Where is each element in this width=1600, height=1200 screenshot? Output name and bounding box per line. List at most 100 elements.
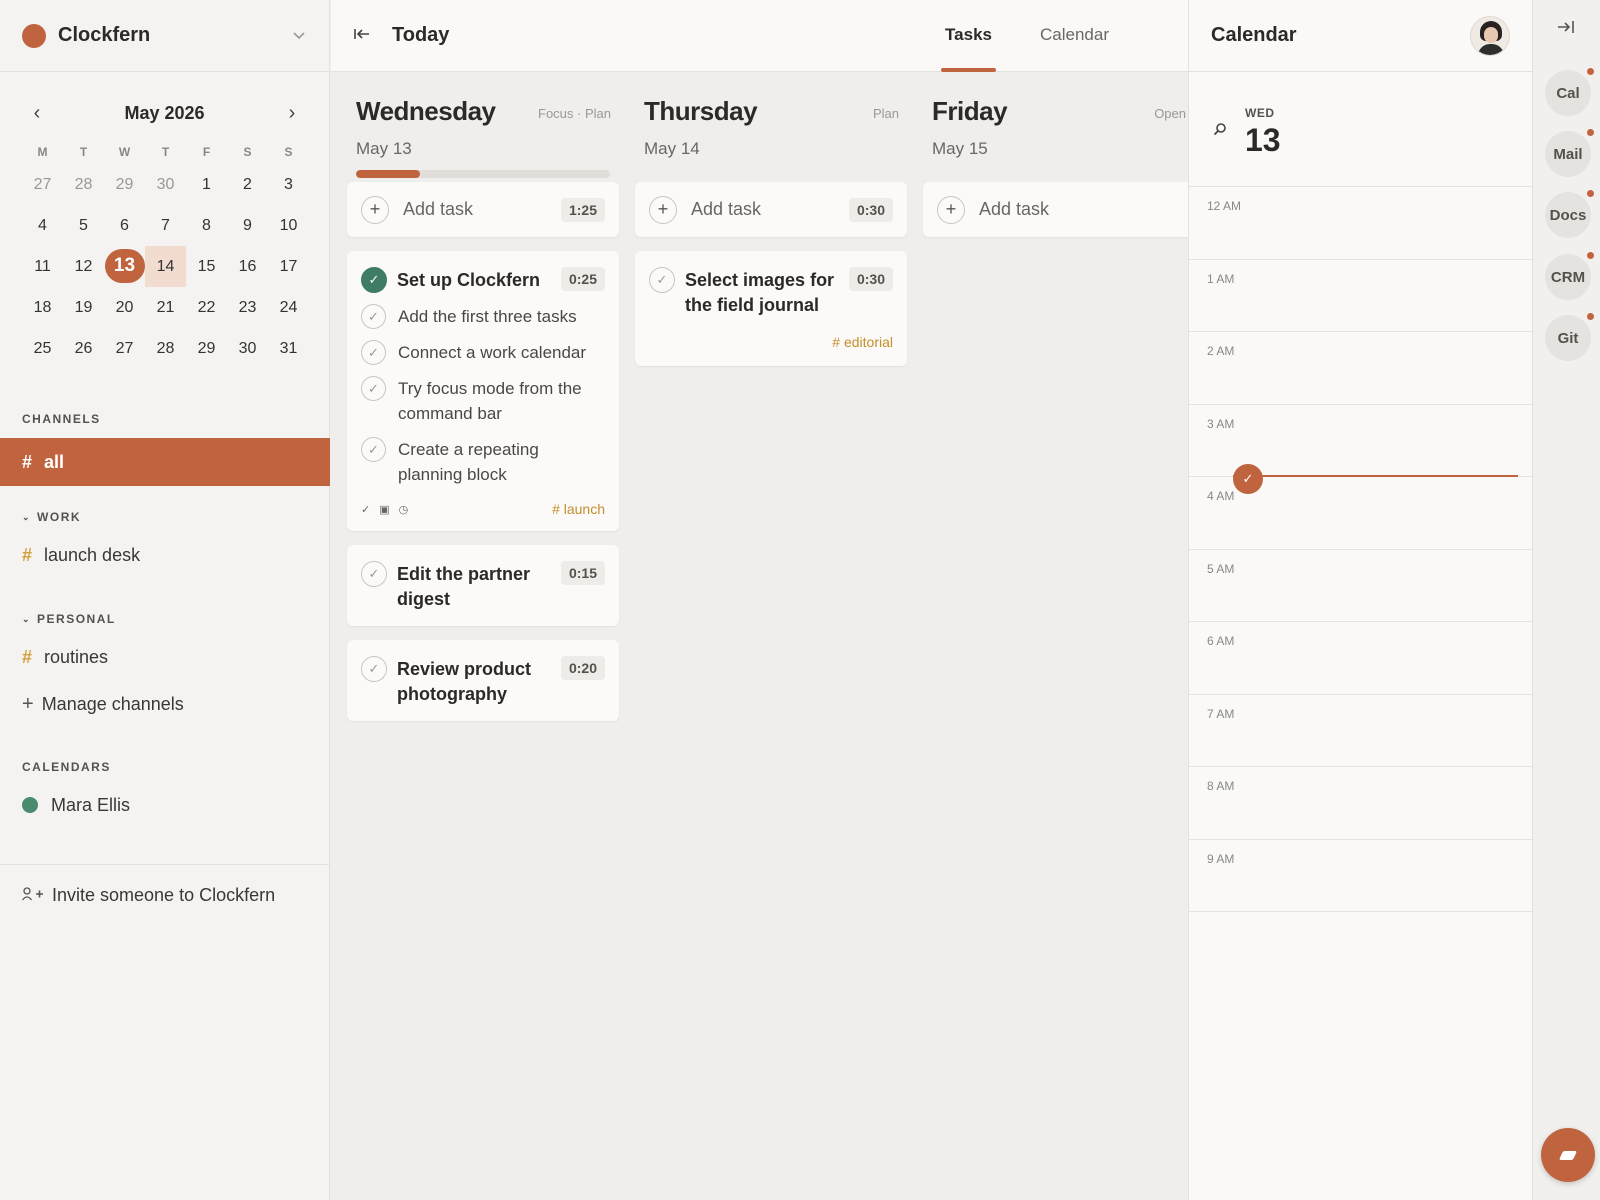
calendar-day[interactable]: 6 [104,205,145,246]
calendar-day[interactable]: 14 [145,246,186,287]
time-badge[interactable]: 0:25 [560,267,605,291]
calendar-day[interactable]: 20 [104,287,145,328]
collapse-panel-icon[interactable] [1557,20,1575,39]
checkbox-icon[interactable]: ✓ [361,376,386,401]
hour-slot[interactable]: 2 AM [1189,332,1532,405]
app-git-button[interactable]: Git [1545,313,1594,361]
calendar-day[interactable]: 13 [104,246,145,287]
calendar-day[interactable]: 12 [63,246,104,287]
current-time-check-icon[interactable]: ✓ [1233,464,1263,494]
calendar-day[interactable]: 24 [268,287,309,328]
subtask[interactable]: ✓ Add the first three tasks [361,304,605,329]
add-task-button[interactable]: + Add task [923,182,1188,237]
calendar-day[interactable]: 28 [63,164,104,205]
hour-slot[interactable]: 9 AM [1189,840,1532,912]
clock-icon[interactable]: ◷ [399,503,409,516]
workspace-switcher[interactable]: Clockfern [0,0,329,72]
group-personal[interactable]: ⌄ PERSONAL [0,612,330,626]
calendar-day[interactable]: 26 [63,328,104,369]
channel-tag[interactable]: # editorial [832,334,893,350]
add-task-button[interactable]: + Add task 1:25 [347,182,619,237]
time-badge[interactable]: 0:20 [560,656,605,680]
hour-slot[interactable]: 8 AM [1189,767,1532,840]
app-crm-button[interactable]: CRM [1545,252,1594,300]
collapse-sidebar-icon[interactable] [354,27,380,45]
calendar-day[interactable]: 27 [104,328,145,369]
calendar-day[interactable]: 7 [145,205,186,246]
calendar-day[interactable]: 30 [227,328,268,369]
tab-tasks[interactable]: Tasks [921,0,1016,72]
subtasks-icon[interactable]: ✓ [361,503,370,516]
hour-slot[interactable]: 7 AM [1189,695,1532,767]
app-cal-button[interactable]: Cal [1545,68,1594,116]
checkbox-checked-icon[interactable]: ✓ [361,267,387,293]
channel-routines[interactable]: # routines [0,642,330,672]
column-meta[interactable]: Focus · Plan [538,106,611,121]
column-meta[interactable]: Open [1154,106,1186,121]
calendar-day[interactable]: 18 [22,287,63,328]
notes-icon[interactable]: ▣ [379,503,389,516]
calendar-day[interactable]: 16 [227,246,268,287]
hour-slot[interactable]: 6 AM [1189,622,1532,695]
command-button[interactable] [1541,1128,1595,1182]
calendar-day[interactable]: 2 [227,164,268,205]
add-task-button[interactable]: + Add task 0:30 [635,182,907,237]
hour-slot[interactable]: 5 AM [1189,550,1532,622]
calendar-day[interactable]: 3 [268,164,309,205]
task-card[interactable]: ✓ Review product photography 0:20 [347,640,619,721]
time-badge[interactable]: 0:30 [848,267,893,291]
calendar-day[interactable]: 30 [145,164,186,205]
calendar-day[interactable]: 29 [186,328,227,369]
checkbox-icon[interactable]: ✓ [361,340,386,365]
calendar-day[interactable]: 4 [22,205,63,246]
prev-month-button[interactable]: ‹ [22,102,52,125]
calendar-day[interactable]: 21 [145,287,186,328]
app-docs-button[interactable]: Docs [1545,190,1594,238]
hour-grid[interactable]: 12 AM 1 AM 2 AM 3 AM 4 AM 5 AM 6 AM 7 AM 8 AM 9 A… [1189,187,1532,912]
subtask[interactable]: ✓ Try focus mode from the command bar [361,376,605,426]
hour-slot[interactable]: 12 AM [1189,187,1532,260]
checkbox-icon[interactable]: ✓ [361,561,387,587]
task-card[interactable]: ✓ Set up Clockfern 0:25 ✓ Add the first … [347,251,619,531]
checkbox-icon[interactable]: ✓ [361,656,387,682]
calendar-day[interactable]: 19 [63,287,104,328]
checkbox-icon[interactable]: ✓ [361,304,386,329]
hour-slot[interactable]: 1 AM [1189,260,1532,332]
calendar-day[interactable]: 1 [186,164,227,205]
search-icon[interactable] [1213,122,1227,139]
channel-all[interactable]: # all [0,438,330,486]
calendar-day[interactable]: 27 [22,164,63,205]
calendar-day[interactable]: 31 [268,328,309,369]
checkbox-icon[interactable]: ✓ [361,437,386,462]
task-card[interactable]: ✓ Edit the partner digest 0:15 [347,545,619,626]
invite-button[interactable]: Invite someone to Clockfern [0,864,330,926]
calendar-day[interactable]: 28 [145,328,186,369]
checkbox-icon[interactable]: ✓ [649,267,675,293]
calendar-day[interactable]: 11 [22,246,63,287]
calendar-day[interactable]: 8 [186,205,227,246]
calendar-day[interactable]: 9 [227,205,268,246]
chevron-down-icon[interactable] [291,28,307,44]
calendar-day[interactable]: 5 [63,205,104,246]
time-badge[interactable]: 0:15 [560,561,605,585]
calendar-day[interactable]: 17 [268,246,309,287]
manage-channels-button[interactable]: + Manage channels [0,689,330,719]
channel-tag[interactable]: # launch [552,501,605,517]
calendar-day[interactable]: 29 [104,164,145,205]
calendar-day[interactable]: 22 [186,287,227,328]
calendar-day[interactable]: 23 [227,287,268,328]
next-month-button[interactable]: › [277,102,307,125]
group-work[interactable]: ⌄ WORK [0,510,330,524]
channel-launch-desk[interactable]: # launch desk [0,540,330,570]
tab-calendar[interactable]: Calendar [1016,0,1133,72]
calendar-mara-ellis[interactable]: Mara Ellis [0,790,330,820]
calendar-day[interactable]: 15 [186,246,227,287]
subtask[interactable]: ✓ Connect a work calendar [361,340,605,365]
subtask[interactable]: ✓ Create a repeating planning block [361,437,605,487]
avatar[interactable] [1470,15,1510,56]
column-meta[interactable]: Plan [873,106,899,121]
task-card[interactable]: ✓ Select images for the field journal 0:… [635,251,907,366]
app-mail-button[interactable]: Mail [1545,129,1594,177]
calendar-day[interactable]: 10 [268,205,309,246]
calendar-day[interactable]: 25 [22,328,63,369]
